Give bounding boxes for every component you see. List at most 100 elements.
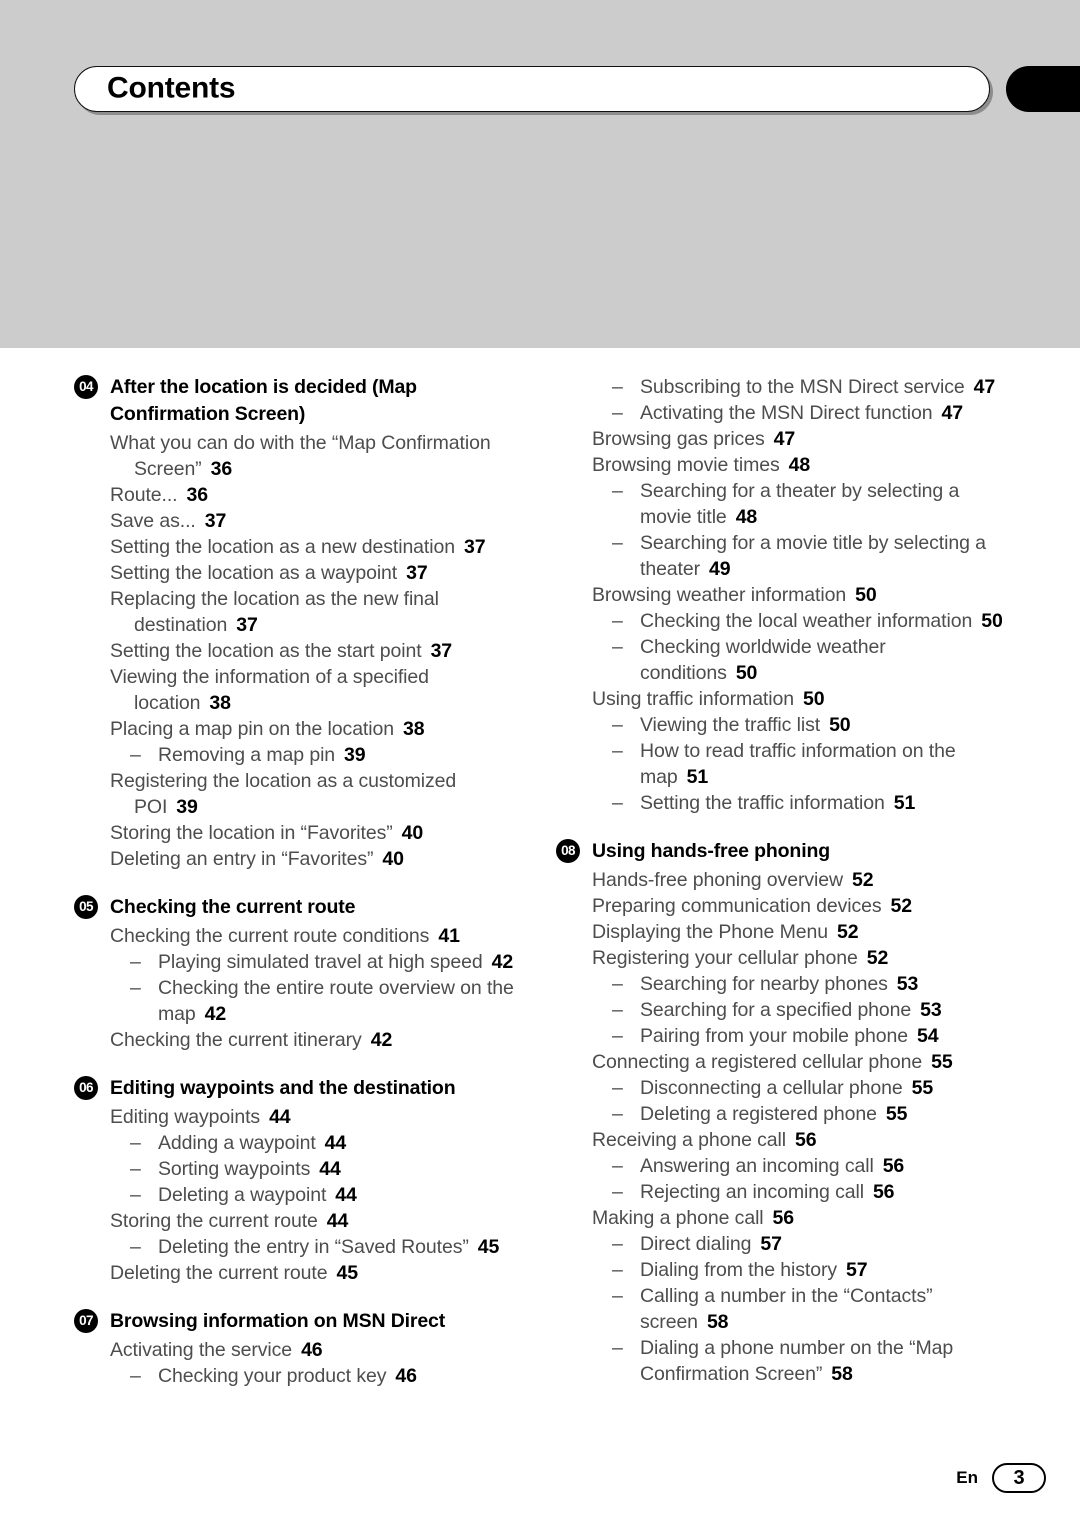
- toc-entry[interactable]: – Checking the entire route overview on t…: [74, 975, 524, 1027]
- toc-entry-label: Deleting an entry in “Favorites”: [110, 848, 374, 870]
- toc-entry[interactable]: – Removing a map pin 39: [74, 742, 524, 768]
- toc-entry[interactable]: Setting the location as a new destinatio…: [74, 534, 524, 560]
- toc-entry-page: 47: [973, 376, 996, 398]
- chapter-number-badge: 07: [74, 1309, 98, 1333]
- toc-entry[interactable]: – Disconnecting a cellular phone 55: [556, 1075, 1006, 1101]
- toc-entry[interactable]: Preparing communication devices 52: [556, 893, 1006, 919]
- toc-entry[interactable]: – Searching for a theater by selecting a …: [556, 478, 1006, 530]
- toc-entry[interactable]: – Dialing a phone number on the “Map Conf…: [556, 1335, 1006, 1387]
- toc-entry[interactable]: – Playing simulated travel at high speed 4…: [74, 949, 524, 975]
- sub-entry-dash-icon: –: [612, 610, 623, 632]
- toc-entry[interactable]: – Calling a number in the “Contacts” scre…: [556, 1283, 1006, 1335]
- chapter-number-badge: 08: [556, 839, 580, 863]
- chapter-number-badge: 06: [74, 1076, 98, 1100]
- toc-chapter-heading[interactable]: 07 Browsing information on MSN Direct: [74, 1308, 524, 1335]
- toc-entry-page: 54: [916, 1025, 939, 1047]
- toc-chapter-heading[interactable]: 04 After the location is decided (Map Con…: [74, 374, 524, 428]
- header-band: Contents: [0, 0, 1080, 348]
- toc-entry-page: 58: [831, 1363, 853, 1385]
- toc-entry-page: 55: [911, 1077, 934, 1099]
- toc-entry[interactable]: Browsing gas prices 47: [556, 426, 1006, 452]
- toc-entry-label: Dialing a phone number on the “Map Confi…: [640, 1337, 954, 1385]
- toc-entry-page: 55: [931, 1051, 953, 1073]
- toc-entry-page: 49: [709, 558, 731, 580]
- toc-entry-page: 36: [210, 458, 233, 480]
- toc-entry[interactable]: – Checking worldwide weather conditions 50: [556, 634, 1006, 686]
- toc-entry[interactable]: Deleting the current route 45: [74, 1260, 524, 1286]
- toc-entry[interactable]: – Pairing from your mobile phone 54: [556, 1023, 1006, 1049]
- sub-entry-dash-icon: –: [612, 1025, 623, 1047]
- toc-entry[interactable]: Hands-free phoning overview 52: [556, 867, 1006, 893]
- chapter-thumb-tab: [1006, 66, 1080, 112]
- toc-entry[interactable]: Storing the location in “Favorites” 40: [74, 820, 524, 846]
- toc-entry[interactable]: – Checking the local weather information 5…: [556, 608, 1006, 634]
- toc-entry[interactable]: Displaying the Phone Menu 52: [556, 919, 1006, 945]
- toc-chapter-heading[interactable]: 06 Editing waypoints and the destination: [74, 1075, 524, 1102]
- toc-entry-page: 45: [477, 1236, 500, 1258]
- toc-entry[interactable]: – Deleting a waypoint 44: [74, 1182, 524, 1208]
- toc-entry[interactable]: Deleting an entry in “Favorites” 40: [74, 846, 524, 872]
- toc-entry[interactable]: – Adding a waypoint 44: [74, 1130, 524, 1156]
- toc-entry-page: 42: [204, 1003, 227, 1025]
- sub-entry-dash-icon: –: [612, 714, 623, 736]
- toc-entry[interactable]: – Searching for nearby phones 53: [556, 971, 1006, 997]
- toc-entry[interactable]: – Dialing from the history 57: [556, 1257, 1006, 1283]
- toc-entry[interactable]: – How to read traffic information on the …: [556, 738, 1006, 790]
- toc-entry[interactable]: – Searching for a movie title by selectin…: [556, 530, 1006, 582]
- toc-entry[interactable]: – Activating the MSN Direct function 47: [556, 400, 1006, 426]
- toc-entry-label: Using traffic information: [592, 688, 794, 710]
- toc-entry-page: 56: [795, 1129, 817, 1151]
- toc-entry[interactable]: – Deleting a registered phone 55: [556, 1101, 1006, 1127]
- chapter-title: Checking the current route: [110, 896, 356, 918]
- toc-entry-page: 48: [735, 506, 758, 528]
- toc-entry[interactable]: – Setting the traffic information 51: [556, 790, 1006, 816]
- toc-entry[interactable]: Browsing movie times 48: [556, 452, 1006, 478]
- toc-entry[interactable]: – Deleting the entry in “Saved Routes” 45: [74, 1234, 524, 1260]
- chapter-title: Using hands-free phoning: [592, 840, 830, 862]
- toc-entry[interactable]: Making a phone call 56: [556, 1205, 1006, 1231]
- toc-entry[interactable]: – Checking your product key 46: [74, 1363, 524, 1389]
- toc-entry-label: Direct dialing: [640, 1233, 752, 1255]
- toc-entry[interactable]: Editing waypoints 44: [74, 1104, 524, 1130]
- toc-entry-label: Connecting a registered cellular phone: [592, 1051, 923, 1073]
- toc-entry[interactable]: Checking the current route conditions 41: [74, 923, 524, 949]
- toc-entry-page: 51: [893, 792, 916, 814]
- toc-entry[interactable]: Activating the service 46: [74, 1337, 524, 1363]
- toc-entry[interactable]: Receiving a phone call 56: [556, 1127, 1006, 1153]
- toc-entry[interactable]: Save as... 37: [74, 508, 524, 534]
- toc-entry-label: Removing a map pin: [158, 744, 336, 766]
- toc-entry[interactable]: Checking the current itinerary 42: [74, 1027, 524, 1053]
- toc-entry[interactable]: – Sorting waypoints 44: [74, 1156, 524, 1182]
- toc-entry[interactable]: Connecting a registered cellular phone 55: [556, 1049, 1006, 1075]
- toc-entry[interactable]: – Viewing the traffic list 50: [556, 712, 1006, 738]
- toc-entry[interactable]: Registering your cellular phone 52: [556, 945, 1006, 971]
- toc-entry[interactable]: Replacing the location as the new final …: [74, 586, 524, 638]
- toc-entry[interactable]: – Rejecting an incoming call 56: [556, 1179, 1006, 1205]
- toc-entry-label: Calling a number in the “Contacts” scree…: [640, 1285, 933, 1333]
- toc-entry[interactable]: – Searching for a specified phone 53: [556, 997, 1006, 1023]
- toc-entry[interactable]: Setting the location as the start point 3…: [74, 638, 524, 664]
- toc-entry-label: Activating the service: [110, 1339, 293, 1361]
- toc-chapter-heading[interactable]: 08 Using hands-free phoning: [556, 838, 1006, 865]
- toc-entry[interactable]: Storing the current route 44: [74, 1208, 524, 1234]
- toc-entry[interactable]: – Direct dialing 57: [556, 1231, 1006, 1257]
- toc-entry-label: Checking the current itinerary: [110, 1029, 362, 1051]
- toc-entry-page: 44: [335, 1184, 357, 1206]
- toc-entry[interactable]: – Answering an incoming call 56: [556, 1153, 1006, 1179]
- toc-entry[interactable]: Registering the location as a customized…: [74, 768, 524, 820]
- page-title: Contents: [107, 71, 236, 105]
- toc-chapter-heading[interactable]: 05 Checking the current route: [74, 894, 524, 921]
- chapter-number-badge: 05: [74, 895, 98, 919]
- chapter-title: Editing waypoints and the destination: [110, 1077, 456, 1099]
- page-footer: En 3: [956, 1463, 1046, 1493]
- toc-entry[interactable]: Viewing the information of a specified l…: [74, 664, 524, 716]
- toc-entry[interactable]: Using traffic information 50: [556, 686, 1006, 712]
- sub-entry-dash-icon: –: [612, 1233, 623, 1255]
- toc-entry[interactable]: Setting the location as a waypoint 37: [74, 560, 524, 586]
- toc-entry[interactable]: What you can do with the “Map Confirmati…: [74, 430, 524, 482]
- chapter-title: Browsing information on MSN Direct: [110, 1310, 446, 1332]
- toc-entry[interactable]: – Subscribing to the MSN Direct service 47: [556, 374, 1006, 400]
- toc-entry[interactable]: Placing a map pin on the location 38: [74, 716, 524, 742]
- toc-entry[interactable]: Browsing weather information 50: [556, 582, 1006, 608]
- toc-entry[interactable]: Route... 36: [74, 482, 524, 508]
